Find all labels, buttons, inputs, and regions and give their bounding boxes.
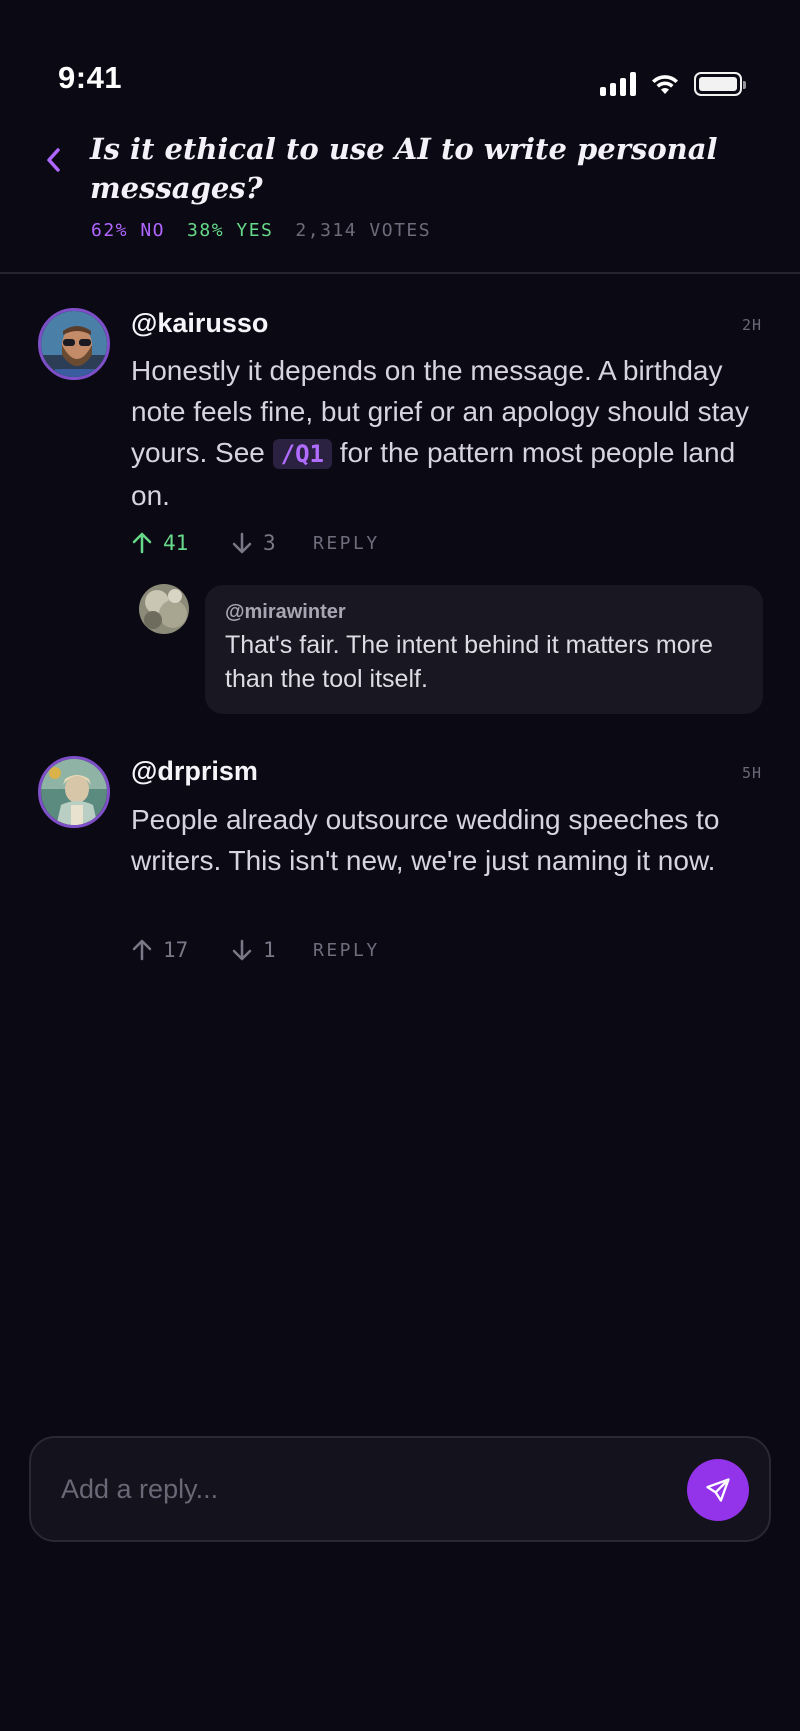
downvote-count: 3 [263, 531, 276, 555]
reply-username[interactable]: @mirawinter [225, 601, 743, 624]
arrow-up-icon [132, 939, 152, 961]
reply-button[interactable]: REPLY [313, 533, 380, 554]
comment-body: Honestly it depends on the message. A bi… [131, 350, 761, 516]
thread-header: Is it ethical to use AI to write persona… [0, 120, 800, 274]
send-icon [706, 1478, 730, 1502]
downvote-button[interactable]: 1 [231, 938, 313, 962]
reply-bubble: @mirawinter That's fair. The intent behi… [205, 585, 763, 714]
avatar-mirawinter-image [139, 584, 189, 634]
arrow-up-icon [132, 532, 152, 554]
downvote-button[interactable]: 3 [231, 531, 313, 555]
question-tag-link[interactable]: /Q1 [272, 439, 332, 469]
poll-stats: 62% NO 38% YES 2,314 VOTES [91, 220, 431, 241]
arrow-down-icon [232, 939, 252, 961]
comment-actions: 17 1 REPLY [131, 938, 380, 962]
reply-body: That's fair. The intent behind it matter… [225, 631, 713, 693]
question-title: Is it ethical to use AI to write persona… [90, 132, 718, 205]
signal-icon [600, 72, 636, 96]
upvote-button[interactable]: 17 [131, 938, 231, 962]
upvote-count: 17 [163, 938, 189, 962]
comment-timestamp: 5H [741, 764, 762, 782]
stat-yes: 38% YES [187, 220, 274, 241]
upvote-count: 41 [163, 531, 189, 555]
stat-votes: 2,314 VOTES [295, 220, 432, 241]
comment-username[interactable]: @drprism [131, 756, 258, 787]
comment-body: People already outsource wedding speeche… [131, 804, 720, 876]
stat-no: 62% NO [91, 220, 166, 241]
status-bar: 9:41 [0, 0, 800, 120]
status-icons [600, 72, 746, 96]
reply-input[interactable] [61, 1464, 661, 1514]
avatar[interactable] [139, 584, 189, 634]
reply-button[interactable]: REPLY [313, 940, 380, 961]
chevron-left-icon [47, 148, 60, 172]
wifi-icon [652, 75, 678, 94]
avatar[interactable] [38, 308, 110, 380]
battery-icon [694, 72, 746, 96]
comment-timestamp: 2H [741, 316, 762, 334]
send-button[interactable] [687, 1459, 749, 1521]
upvote-button[interactable]: 41 [131, 531, 231, 555]
reply-composer [29, 1436, 771, 1542]
status-time: 9:41 [58, 60, 123, 95]
back-button[interactable] [38, 140, 68, 180]
comment-actions: 41 3 REPLY [131, 531, 380, 555]
avatar[interactable] [38, 756, 110, 828]
comment-username[interactable]: @kairusso [131, 308, 268, 339]
downvote-count: 1 [263, 938, 276, 962]
avatar-kairusso-image [41, 311, 107, 377]
arrow-down-icon [232, 532, 252, 554]
avatar-drprism-image [41, 759, 107, 825]
